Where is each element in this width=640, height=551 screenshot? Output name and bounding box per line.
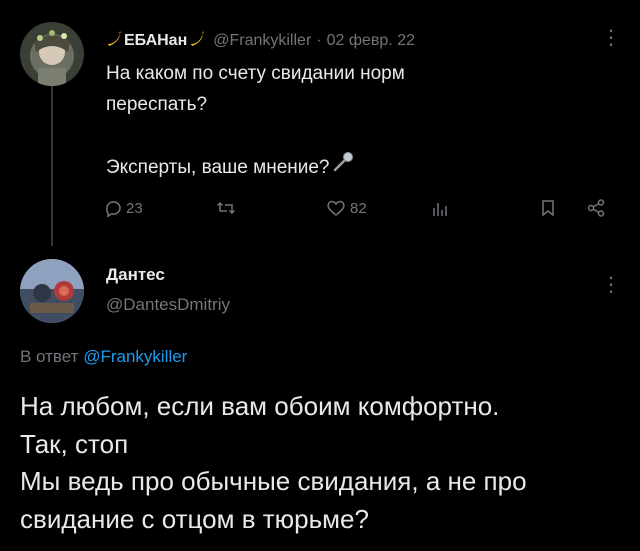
reply-text-line: Так, стоп — [20, 428, 129, 459]
reply-text-line: Мы ведь про обычные свидания, а не про — [20, 466, 527, 496]
views-icon — [432, 199, 448, 217]
tweet-text-line: На каком по счету свидании норм — [106, 63, 405, 84]
banana-icon — [189, 30, 205, 52]
tweet-author-name[interactable]: ЕБАНан — [124, 32, 187, 50]
reply-count: 23 — [126, 199, 143, 217]
reply-text-line: свидание с отцом в тюрьме? — [20, 503, 369, 534]
like-button[interactable]: 82 — [326, 199, 367, 217]
views-button[interactable] — [432, 199, 452, 217]
tweet-text: На каком по счету свидании норм переспат… — [106, 58, 586, 183]
reply-to-line: В ответ @Frankykiller — [20, 347, 187, 367]
tweet-author-handle[interactable]: @Frankykiller — [213, 32, 311, 50]
retweet-button[interactable] — [216, 199, 240, 217]
reply-more-icon[interactable]: ⋮ — [601, 275, 621, 295]
tweet-more-icon[interactable]: ⋮ — [601, 28, 621, 48]
microphone-icon — [332, 151, 354, 183]
retweet-icon — [216, 199, 236, 217]
like-icon — [326, 199, 346, 217]
bookmark-button[interactable] — [540, 199, 556, 217]
reply-text-line: На любом, если вам обоим комфортно. — [20, 391, 500, 421]
reply-button[interactable]: 23 — [104, 199, 143, 217]
tweet-date[interactable]: 02 февр. 22 — [327, 32, 415, 50]
share-button[interactable] — [586, 198, 606, 218]
thread-line — [51, 86, 53, 246]
reply-icon — [104, 199, 122, 217]
share-icon — [586, 198, 606, 218]
tweet-text-line: Эксперты, ваше мнение? — [106, 156, 330, 178]
tweet-header: ЕБАНан @Frankykiller · 02 февр. 22 — [106, 30, 415, 52]
tweet-text-line: переспать? — [106, 94, 208, 115]
reply-to-prefix: В ответ — [20, 347, 79, 366]
reply-author-handle[interactable]: @DantesDmitriy — [106, 295, 230, 315]
tweet-author-avatar[interactable] — [20, 22, 84, 86]
reply-text: На любом, если вам обоим комфортно. Так,… — [20, 388, 630, 538]
like-count: 82 — [350, 199, 367, 217]
bookmark-icon — [540, 199, 556, 217]
banana-icon — [106, 30, 122, 52]
reply-author-name[interactable]: Дантес — [106, 265, 165, 285]
reply-author-avatar[interactable] — [20, 259, 84, 323]
reply-to-handle[interactable]: @Frankykiller — [83, 347, 187, 366]
header-separator: · — [316, 32, 322, 49]
